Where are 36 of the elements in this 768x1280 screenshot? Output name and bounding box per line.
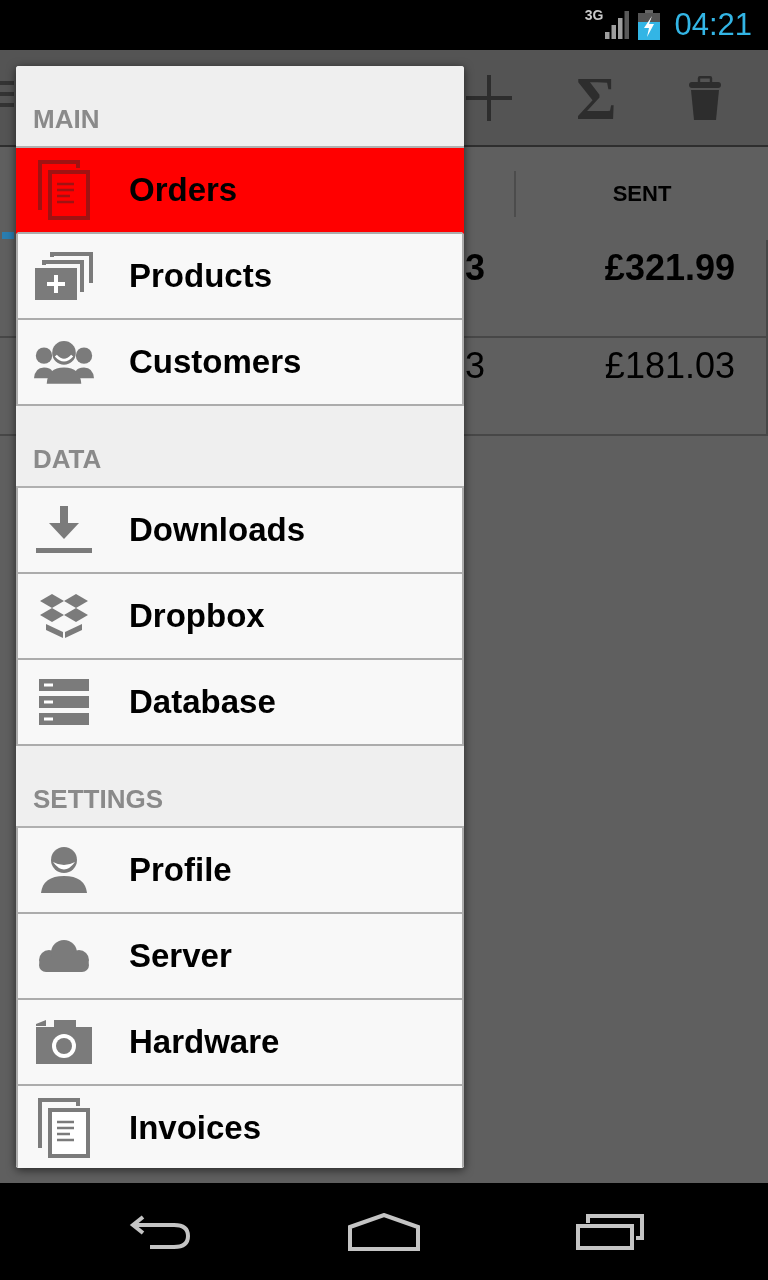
menu-item[interactable]: Invoices — [16, 1086, 464, 1168]
home-icon[interactable] — [348, 1212, 420, 1251]
signal-icon — [605, 11, 630, 39]
menu-item[interactable]: Server — [16, 914, 464, 1000]
menu-item[interactable]: Database — [16, 660, 464, 746]
camera-icon — [36, 1020, 92, 1064]
box-icon — [40, 594, 88, 638]
table-cell-text: 3 — [465, 246, 486, 289]
column-header: SENT — [611, 180, 673, 207]
menu-item[interactable]: Products — [16, 234, 464, 320]
recent-apps-icon[interactable] — [576, 1213, 644, 1250]
menu-item[interactable]: Downloads — [16, 488, 464, 574]
section-header: SETTINGS — [16, 746, 464, 828]
people-icon — [34, 338, 94, 386]
server-rack-icon — [39, 679, 89, 725]
section-header: DATA — [16, 406, 464, 488]
menu-item[interactable]: Dropbox — [16, 574, 464, 660]
table-cell-text: 3 — [465, 344, 486, 387]
menu-item[interactable]: Hardware — [16, 1000, 464, 1086]
marker-icon — [2, 232, 14, 239]
menu-item[interactable]: Profile — [16, 828, 464, 914]
clock: 04:21 — [674, 8, 752, 42]
back-icon[interactable] — [128, 1214, 192, 1249]
documents-icon — [38, 1098, 90, 1158]
section-header: MAIN — [16, 66, 464, 148]
cloud-icon — [38, 940, 90, 972]
menu-item[interactable]: Orders — [16, 148, 464, 234]
documents-icon — [38, 160, 90, 220]
table-cell-text: £181.03 — [604, 344, 735, 387]
battery-icon — [638, 10, 661, 40]
plus-stack-icon — [35, 252, 93, 300]
download-icon — [36, 506, 92, 554]
table-cell-text: £321.99 — [604, 246, 735, 289]
network-type: 3G — [584, 8, 604, 23]
person-icon — [40, 847, 88, 893]
menu-item[interactable]: Customers — [16, 320, 464, 406]
